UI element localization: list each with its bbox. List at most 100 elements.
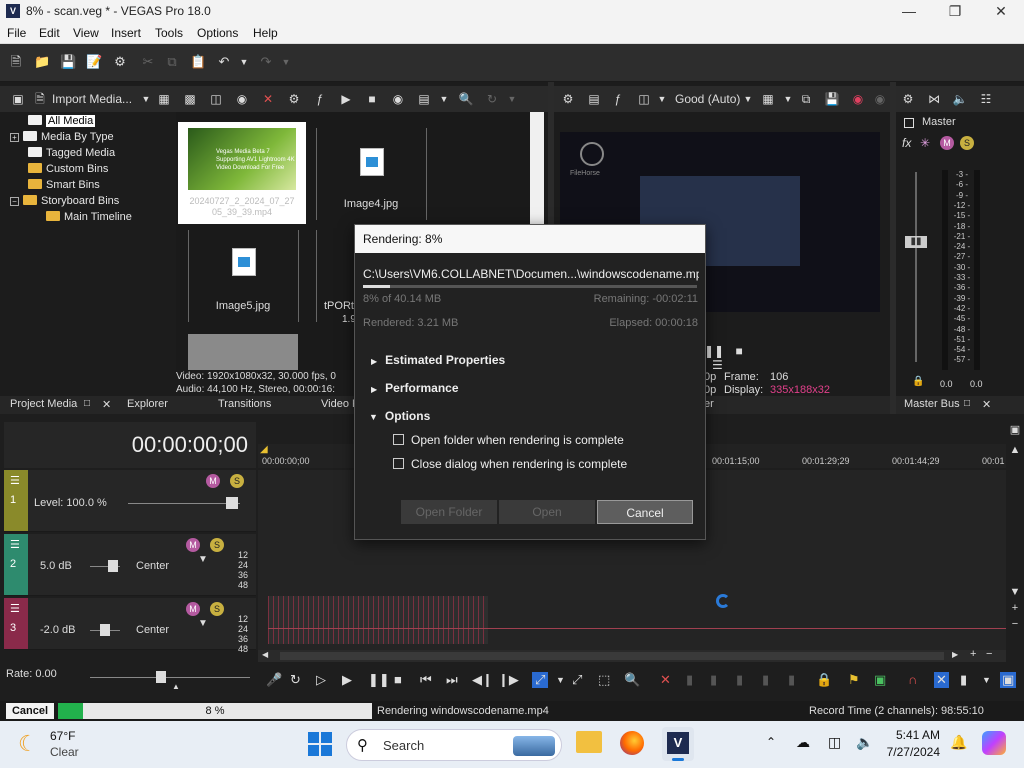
preview-gear-icon[interactable]: ⚙ <box>560 91 576 107</box>
taskbar-search-box[interactable]: ⚲ Search <box>346 729 562 761</box>
open-folder-icon[interactable]: 📁 <box>34 54 50 70</box>
network-icon[interactable]: ☁ <box>796 734 810 751</box>
tree-media-by-type[interactable]: + Media By Type <box>10 129 114 145</box>
play-icon[interactable]: ▶ <box>338 91 354 107</box>
close-dialog-checkbox[interactable] <box>393 458 404 469</box>
ripple-dropdown-icon[interactable]: ▼ <box>982 675 991 685</box>
new-file-icon[interactable]: 🗎 <box>8 54 24 70</box>
timeline-menu-icon[interactable]: ▣ <box>1008 422 1022 438</box>
overlays-grid-icon[interactable]: ▦ <box>760 91 776 107</box>
track-menu-icon[interactable]: ☰ <box>10 474 20 487</box>
track-2-solo-icon[interactable]: S <box>210 538 224 552</box>
settings-gear-icon[interactable]: ⚙ <box>112 54 128 70</box>
solo-icon[interactable]: S <box>960 136 974 150</box>
preview-fx-icon[interactable]: ƒ <box>610 91 626 107</box>
save-as-icon[interactable]: 📝 <box>86 54 102 70</box>
views-dropdown-icon[interactable]: ▼ <box>436 91 452 107</box>
stop-icon[interactable]: ■ <box>735 344 742 358</box>
track-3-header[interactable]: ☰ 3 M S -2.0 dB Center ▼ 12 24 36 48 <box>4 598 256 654</box>
track-menu-icon[interactable]: ☰ <box>10 602 20 615</box>
tab-project-media-close-icon[interactable]: ✕ <box>102 398 111 411</box>
go-to-end-icon[interactable]: ⏭ <box>446 672 458 688</box>
menu-file[interactable]: File <box>7 26 26 40</box>
mute-icon[interactable]: M <box>940 136 954 150</box>
preview-device-icon[interactable]: ▤ <box>586 91 602 107</box>
downmix-icon[interactable]: ⋈ <box>926 91 942 107</box>
get-media-icon[interactable]: ◫ <box>208 91 224 107</box>
split-dropdown-icon[interactable]: ▼ <box>654 91 670 107</box>
preview-quality-select[interactable]: Good (Auto) <box>675 92 740 106</box>
lock-icon[interactable]: 🔒 <box>912 376 924 387</box>
scroll-right-icon[interactable]: ▶ <box>952 650 958 659</box>
import-media-icon[interactable]: 🗎 <box>32 91 48 107</box>
save-snapshot-icon[interactable]: 💾 <box>824 91 840 107</box>
rate-slider-handle[interactable] <box>156 671 166 683</box>
zoom-out-h-icon[interactable]: − <box>986 648 992 660</box>
tab-project-media-float-icon[interactable]: □ <box>84 398 90 409</box>
loop-icon[interactable]: ↻ <box>290 672 301 688</box>
tab-explorer[interactable]: Explorer <box>127 398 168 410</box>
undo-dropdown-icon[interactable]: ▼ <box>236 54 252 70</box>
pause-icon[interactable]: ❚❚ <box>368 672 390 688</box>
zoom-out-icon[interactable]: − <box>1008 616 1022 632</box>
edit-tool-dropdown-icon[interactable]: ▼ <box>556 675 565 685</box>
tree-tagged-media[interactable]: Tagged Media <box>28 145 115 161</box>
master-checkbox[interactable] <box>904 118 914 128</box>
redo-icon[interactable]: ↷ <box>258 54 274 70</box>
next-frame-icon[interactable]: ❙▶ <box>498 672 519 688</box>
scroll-up-icon[interactable]: ▲ <box>1008 442 1022 458</box>
ripple-icon[interactable]: ▮ <box>960 672 967 688</box>
undo-icon[interactable]: ↶ <box>216 54 232 70</box>
search-icon[interactable]: 🔍 <box>458 91 474 107</box>
paste-icon[interactable]: 📋 <box>190 54 206 70</box>
snapping-icon[interactable]: ∩ <box>908 672 917 687</box>
weather-moon-icon[interactable]: ☾ <box>18 731 38 757</box>
playhead-marker-icon[interactable]: ◢ <box>260 444 268 455</box>
clock-date[interactable]: 7/27/2024 <box>880 745 940 759</box>
firefox-icon[interactable] <box>620 731 644 755</box>
section-options[interactable]: ▼ Options <box>369 409 430 423</box>
media-properties-icon[interactable]: ▣ <box>10 91 26 107</box>
menu-view[interactable]: View <box>73 26 99 40</box>
status-cancel-button[interactable]: Cancel <box>6 703 54 719</box>
auto-preview-icon[interactable]: ◉ <box>390 91 406 107</box>
cancel-button[interactable]: Cancel <box>597 500 693 524</box>
copy-snapshot-icon[interactable]: ⧉ <box>798 91 814 107</box>
import-dropdown-icon[interactable]: ▼ <box>138 91 154 107</box>
stop-icon[interactable]: ■ <box>394 672 402 687</box>
tree-all-media[interactable]: All Media <box>28 113 96 129</box>
scroll-left-icon[interactable]: ◀ <box>262 650 268 659</box>
stop-icon[interactable]: ■ <box>364 91 380 107</box>
copy-icon[interactable]: ⧉ <box>164 54 180 70</box>
tab-transitions[interactable]: Transitions <box>218 398 271 410</box>
tree-smart-bins[interactable]: Smart Bins <box>28 177 100 193</box>
zoom-in-h-icon[interactable]: + <box>970 648 976 660</box>
section-performance[interactable]: ▶ Performance <box>371 381 459 395</box>
display-icon[interactable]: ◫ <box>828 734 841 751</box>
save-icon[interactable]: 💾 <box>60 54 76 70</box>
menu-icon[interactable]: ☰ <box>712 358 723 372</box>
web-icon[interactable]: ◉ <box>234 91 250 107</box>
expand-icon[interactable]: + <box>10 133 19 142</box>
import-media-button[interactable]: Import Media... <box>52 92 132 106</box>
tree-main-timeline[interactable]: Main Timeline <box>46 209 132 225</box>
go-to-start-icon[interactable]: ⏮ <box>420 672 432 688</box>
track-1-header[interactable]: ☰ 1 M S Level: 100.0 % <box>4 470 256 532</box>
zoom-in-icon[interactable]: + <box>1008 600 1022 616</box>
media-thumb-video[interactable]: Vegas Media Beta 7 Supporting AV1 Lightr… <box>178 122 306 224</box>
timeline-hscroll[interactable]: ◀ ▶ + − <box>258 648 1006 662</box>
split-screen-icon[interactable]: ◫ <box>636 91 652 107</box>
minimize-button[interactable]: — <box>886 0 932 24</box>
copilot-icon[interactable] <box>982 731 1006 755</box>
menu-edit[interactable]: Edit <box>39 26 60 40</box>
track-2-header[interactable]: ☰ 2 M S 5.0 dB Center ▼ 12 24 36 48 <box>4 534 256 596</box>
hscroll-thumb[interactable] <box>280 652 944 660</box>
vegas-taskbar-button[interactable]: V <box>662 727 694 761</box>
speaker-icon[interactable]: 🔈 <box>952 91 968 107</box>
image-file-icon[interactable] <box>232 248 256 276</box>
extract-audio-icon[interactable]: ▩ <box>182 91 198 107</box>
clock-time[interactable]: 5:41 AM <box>888 728 940 742</box>
open-button[interactable]: Open <box>499 500 595 524</box>
tab-master-bus[interactable]: Master Bus <box>904 398 960 410</box>
menu-options[interactable]: Options <box>197 26 238 40</box>
